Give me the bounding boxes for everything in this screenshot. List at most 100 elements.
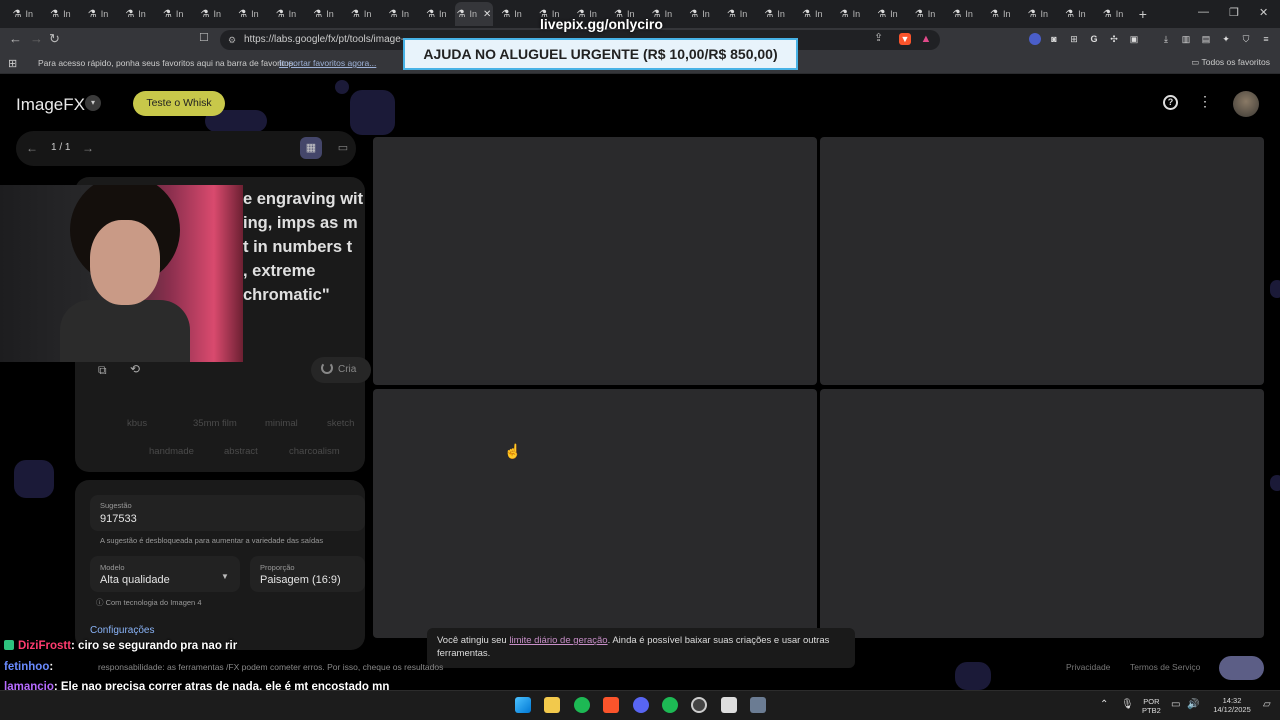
style-chip[interactable]: 35mm film (193, 418, 237, 429)
browser-tab[interactable]: ⚗ In (117, 2, 155, 26)
all-favorites-button[interactable]: ▭ Todos os favoritos (1191, 57, 1270, 68)
brave-rewards-icon[interactable]: ▲ (920, 33, 932, 45)
maximize-icon[interactable]: ❐ (1229, 6, 1239, 19)
image-slot-2[interactable] (820, 137, 1264, 385)
browser-tab[interactable]: ⚗ In (718, 2, 756, 26)
browser-tab[interactable]: ⚗ In ✕ (455, 2, 493, 26)
extension-icon-g[interactable]: G (1088, 33, 1100, 45)
prompt-text[interactable]: e engraving wit ing, imps as m t in numb… (243, 187, 363, 307)
leo-ai-icon[interactable]: ✦ (1220, 33, 1232, 45)
site-info-icon[interactable]: ⚙ (228, 30, 236, 50)
copy-icon[interactable]: ⧉ (98, 363, 107, 378)
network-icon[interactable]: ▭ (1171, 699, 1180, 710)
avatar[interactable] (1233, 91, 1259, 117)
browser-tab[interactable]: ⚗ In (756, 2, 794, 26)
reset-icon[interactable]: ⟲ (130, 362, 140, 376)
brave-browser-icon[interactable] (603, 697, 619, 713)
more-options-icon[interactable]: ⋮ (1198, 93, 1212, 110)
forward-icon[interactable]: → (30, 31, 43, 46)
grid-view-icon[interactable]: ▦ (300, 137, 322, 159)
volume-icon[interactable]: 🔊 (1187, 699, 1199, 710)
previous-icon[interactable]: ← (26, 141, 38, 155)
browser-tab[interactable]: ⚗ In (4, 2, 42, 26)
single-view-icon[interactable]: ▭ (332, 137, 354, 159)
tray-overflow-icon[interactable]: ⌃ (1100, 699, 1108, 710)
brave-shield-icon[interactable]: ▼ (899, 33, 911, 45)
language-indicator[interactable]: POR PTB2 (1142, 697, 1161, 715)
terms-link[interactable]: Termos de Serviço (1130, 662, 1200, 672)
browser-tab[interactable]: ⚗ In (267, 2, 305, 26)
settings-link[interactable]: Configurações (90, 625, 154, 636)
browser-tab[interactable]: ⚗ In (681, 2, 719, 26)
tools-dropdown-icon[interactable]: ▾ (85, 95, 101, 111)
app-icon[interactable] (721, 697, 737, 713)
browser-tab[interactable]: ⚗ In (906, 2, 944, 26)
obs-icon[interactable] (691, 697, 707, 713)
image-slot-3[interactable] (373, 389, 817, 638)
extensions-puzzle-icon[interactable]: ✣ (1108, 33, 1120, 45)
next-icon[interactable]: → (82, 141, 94, 155)
try-whisk-button[interactable]: Teste o Whisk (133, 91, 225, 116)
wallet-icon[interactable]: ▤ (1200, 33, 1212, 45)
apps-grid-icon[interactable]: ⊞ (8, 57, 17, 70)
minimize-icon[interactable]: — (1198, 6, 1209, 18)
browser-tab[interactable]: ⚗ In (154, 2, 192, 26)
feedback-button[interactable] (1219, 656, 1264, 680)
calculator-icon[interactable] (750, 697, 766, 713)
style-chip[interactable]: abstract (224, 446, 258, 457)
spotify-icon[interactable] (574, 697, 590, 713)
help-icon[interactable]: ? (1163, 95, 1178, 110)
browser-tab[interactable]: ⚗ In (305, 2, 343, 26)
style-chip[interactable]: handmade (149, 446, 194, 457)
browser-tab[interactable]: ⚗ In (1057, 2, 1095, 26)
image-slot-4[interactable] (820, 389, 1264, 638)
browser-tab[interactable]: ⚗ In (831, 2, 869, 26)
clock[interactable]: 14:32 14/12/2025 (1208, 696, 1256, 714)
share-icon[interactable]: ⇪ (874, 31, 883, 44)
daily-limit-link[interactable]: limite diário de geração (509, 635, 607, 646)
discord-icon[interactable] (633, 697, 649, 713)
notifications-icon[interactable]: ▱ (1263, 699, 1271, 710)
imagefx-logo[interactable]: ImageFX (16, 95, 85, 115)
browser-tab[interactable]: ⚗ In (944, 2, 982, 26)
browser-tab[interactable]: ⚗ In (793, 2, 831, 26)
file-explorer-icon[interactable] (544, 697, 560, 713)
extension-icon-3[interactable]: ⊞ (1068, 33, 1080, 45)
browser-tab[interactable]: ⚗ In (1094, 2, 1132, 26)
browser-tab[interactable]: ⚗ In (869, 2, 907, 26)
browser-menu-icon[interactable]: ≡ (1260, 33, 1272, 45)
bookmark-icon[interactable]: ☐ (199, 31, 209, 44)
new-tab-icon[interactable]: + (1132, 6, 1154, 22)
extension-icon-2[interactable]: ◙ (1048, 33, 1060, 45)
extension-icon-1[interactable] (1029, 33, 1041, 45)
style-chip[interactable]: minimal (265, 418, 298, 429)
import-bookmarks-link[interactable]: Importar favoritos agora... (279, 58, 376, 68)
browser-tab[interactable]: ⚗ In (79, 2, 117, 26)
image-slot-1[interactable] (373, 137, 817, 385)
sidebar-toggle-icon[interactable]: ▥ (1180, 33, 1192, 45)
extension-icon-4[interactable]: ▣ (1128, 33, 1140, 45)
browser-tab[interactable]: ⚗ In (192, 2, 230, 26)
close-tab-icon[interactable]: ✕ (483, 9, 491, 20)
start-menu-icon[interactable] (515, 697, 531, 713)
download-icon[interactable]: ⤓ (1160, 33, 1172, 45)
style-chip[interactable]: charcoalism (289, 446, 340, 457)
reload-icon[interactable]: ↻ (49, 31, 60, 47)
create-button[interactable]: Cria (311, 357, 371, 383)
browser-tab[interactable]: ⚗ In (342, 2, 380, 26)
browser-tab[interactable]: ⚗ In (493, 2, 531, 26)
browser-tab[interactable]: ⚗ In (380, 2, 418, 26)
style-chip[interactable]: kbus (127, 418, 147, 429)
microphone-icon[interactable]: 🎙 (1121, 699, 1134, 710)
browser-tab[interactable]: ⚗ In (1019, 2, 1057, 26)
privacy-link[interactable]: Privacidade (1066, 662, 1110, 672)
browser-tab[interactable]: ⚗ In (981, 2, 1019, 26)
style-chip[interactable]: sketch (327, 418, 354, 429)
spotify-icon-2[interactable] (662, 697, 678, 713)
browser-tab[interactable]: ⚗ In (418, 2, 456, 26)
browser-tab[interactable]: ⚗ In (42, 2, 80, 26)
close-window-icon[interactable]: ✕ (1259, 6, 1268, 19)
back-icon[interactable]: ← (9, 31, 22, 46)
browser-tab[interactable]: ⚗ In (230, 2, 268, 26)
vpn-icon[interactable]: ⛉ (1240, 33, 1252, 45)
